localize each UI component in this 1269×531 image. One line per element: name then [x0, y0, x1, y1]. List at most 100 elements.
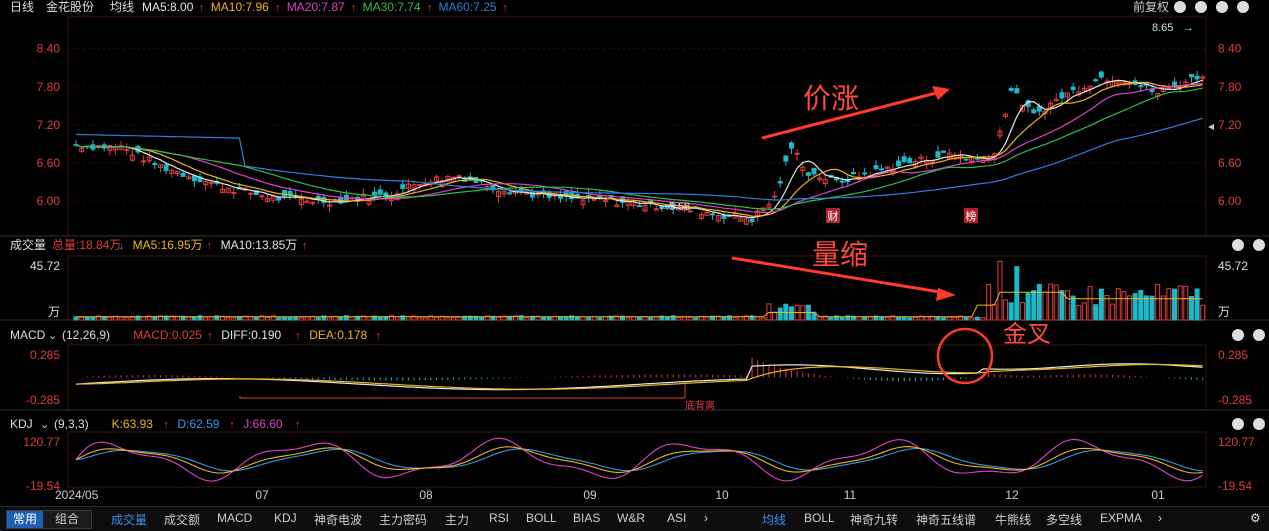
tab-indicator-8[interactable]: BOLL — [526, 511, 557, 525]
low-price-label: 5.58 — [669, 201, 690, 213]
volume-bar — [1059, 290, 1065, 321]
kdj-close-icon[interactable] — [1232, 418, 1244, 430]
tab-overlay-6[interactable]: EXPMA — [1100, 511, 1142, 525]
volume-bar — [1115, 288, 1121, 321]
settings-gear-icon[interactable]: ⚙ — [1250, 511, 1261, 525]
tab-indicator-6[interactable]: 主力 — [445, 511, 469, 528]
candle-body — [772, 195, 778, 198]
price-tick-right: 6.00 — [1218, 194, 1242, 208]
candle-body — [1070, 86, 1076, 91]
vol-tick-left: 万 — [48, 305, 60, 319]
kdj-settings-gear-icon[interactable] — [1253, 418, 1265, 430]
tab-indicator-7[interactable]: RSI — [489, 511, 509, 525]
candle-body — [788, 142, 794, 149]
volume-bar — [73, 316, 79, 321]
volume-bar — [327, 317, 333, 321]
candle-body — [941, 150, 947, 153]
candle-body — [901, 156, 907, 163]
tab-indicator-10[interactable]: W&R — [617, 511, 645, 525]
volume-bar — [896, 316, 902, 321]
x-axis-tick: 09 — [583, 488, 597, 502]
indicator-tab-bar: 常用 组合 成交量 成交额 MACD KDJ 神奇电波 主力密码 主力 RSI BOLL BIAS… — [0, 506, 1269, 531]
volume-bar — [1138, 290, 1144, 321]
x-axis-tick: 11 — [844, 488, 857, 502]
volume-bar — [1183, 285, 1189, 321]
volume-bar — [141, 316, 147, 321]
macd-arrow-icon: ↑ — [295, 330, 301, 342]
volume-bar — [1160, 295, 1166, 321]
volume-settings-gear-icon[interactable] — [1253, 239, 1265, 251]
tab-indicator-9[interactable]: BIAS — [573, 511, 600, 525]
kdj-title: KDJ — [10, 417, 33, 431]
ma-value-4: MA60:7.25 — [439, 0, 497, 14]
volume-bar — [1200, 304, 1206, 321]
volume-bar — [1194, 288, 1200, 321]
volume-bar — [586, 317, 592, 321]
ma-value-1: MA10:7.96 — [211, 0, 269, 14]
indicator-more-chevron-icon[interactable]: › — [704, 511, 708, 525]
volume-bar — [574, 316, 580, 321]
tab-overlay-1[interactable]: BOLL — [804, 511, 835, 525]
volume-bar — [591, 316, 597, 321]
candle-body — [1059, 92, 1065, 99]
tab-overlay-4[interactable]: 牛熊线 — [995, 511, 1031, 528]
x-axis-tick: 2024/05 — [55, 488, 99, 502]
marker-cai: 财 — [828, 209, 839, 223]
volume-bar — [665, 316, 671, 321]
tab-overlay-2[interactable]: 神奇九转 — [850, 511, 898, 528]
overlay-more-chevron-icon[interactable]: › — [1158, 511, 1162, 525]
price-tick-right: 8.40 — [1218, 42, 1242, 56]
tab-indicator-3[interactable]: KDJ — [274, 511, 297, 525]
macd-settings-gear-icon[interactable] — [1253, 329, 1265, 341]
tab-indicator-4[interactable]: 神奇电波 — [314, 511, 362, 528]
candle-body — [1188, 74, 1194, 78]
tab-indicator-5[interactable]: 主力密码 — [379, 511, 427, 528]
annotation-divergence: 底背离 — [685, 399, 715, 412]
candle-body — [1008, 88, 1014, 92]
tab-indicator-2[interactable]: MACD — [217, 511, 252, 525]
volume-bar — [79, 316, 85, 321]
tab-overlay-5[interactable]: 多空线 — [1046, 511, 1082, 528]
candle-body — [456, 175, 462, 178]
lock-icon[interactable] — [1174, 1, 1186, 13]
candle-body — [191, 175, 197, 182]
volume-bar — [253, 316, 259, 321]
candle-body — [372, 191, 378, 195]
candle-body — [839, 180, 845, 183]
candle-body — [141, 160, 147, 163]
candle-body — [805, 172, 811, 176]
macd-close-icon[interactable] — [1232, 329, 1244, 341]
tab-overlay-0[interactable]: 均线 — [762, 511, 786, 528]
macd-item-0: MACD:0.025 — [133, 328, 202, 342]
tab-indicator-11[interactable]: ASI — [667, 511, 686, 525]
tab-combo[interactable]: 组合 — [49, 511, 85, 528]
volume-bar — [681, 316, 687, 321]
candle-body — [749, 218, 755, 223]
ma-value-0: MA5:8.00 — [142, 0, 194, 14]
kline-chart-svg[interactable]: 8.40 8.40 7.80 7.80 7.20 7.20 6.60 6.60 6.00 6.00… — [0, 0, 1269, 506]
volume-bar — [496, 316, 502, 321]
candle-body — [1166, 87, 1172, 90]
tab-indicator-0[interactable]: 成交量 — [111, 511, 147, 528]
volume-bar — [1003, 299, 1009, 321]
volume-bar — [946, 316, 952, 321]
volume-bar — [1036, 283, 1042, 321]
volume-close-icon[interactable] — [1232, 239, 1244, 251]
zoom-in-icon[interactable] — [1216, 1, 1228, 13]
price-tick-left: 7.20 — [37, 118, 61, 132]
tab-indicator-1[interactable]: 成交额 — [164, 511, 200, 528]
tab-common[interactable]: 常用 — [7, 511, 44, 528]
volume-bar — [732, 317, 738, 321]
volume-bar — [974, 316, 980, 321]
candle-body — [248, 192, 254, 195]
volume-bar — [777, 307, 783, 321]
kdj-tick-right: 120.77 — [1218, 435, 1255, 449]
volume-bar — [1008, 302, 1014, 321]
tab-overlay-3[interactable]: 神奇五线谱 — [916, 511, 976, 528]
volume-bar — [952, 316, 958, 321]
volume-bar — [1042, 291, 1048, 321]
volume-bar — [1081, 302, 1087, 321]
close-icon[interactable] — [1237, 1, 1249, 13]
zoom-out-icon[interactable] — [1195, 1, 1207, 13]
macd-tick-right: 0.285 — [1218, 348, 1248, 362]
